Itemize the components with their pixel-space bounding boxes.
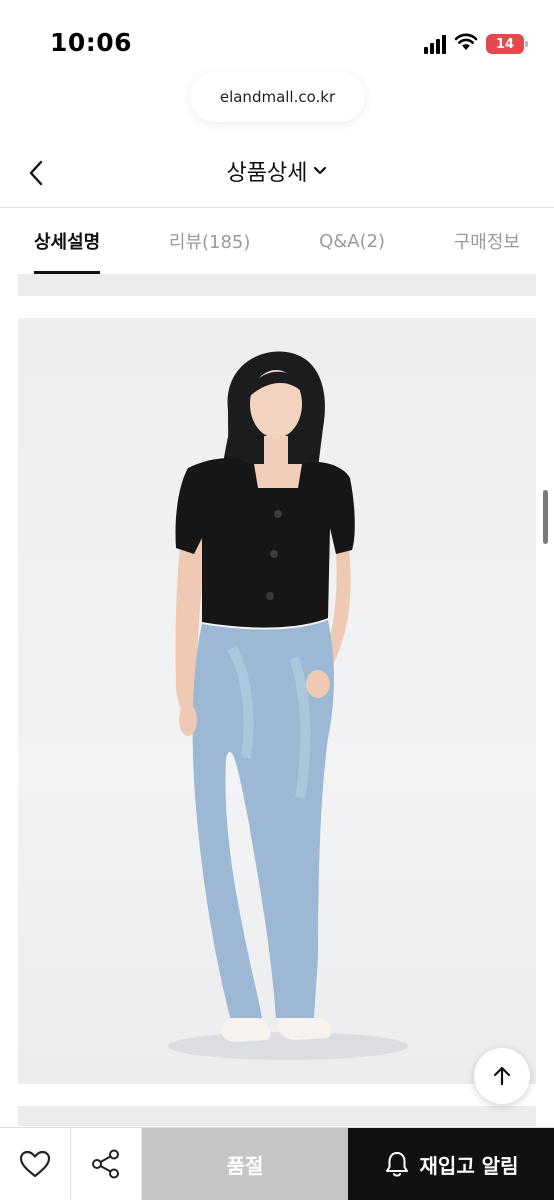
soldout-button[interactable]: 품절 [142, 1128, 348, 1200]
share-button[interactable] [71, 1128, 142, 1200]
product-image [18, 318, 536, 1084]
status-icons: 14 [424, 32, 528, 56]
restock-alert-label: 재입고 알림 [419, 1153, 519, 1178]
nav-header: 상품상세 [0, 135, 554, 207]
tab-purchase-info[interactable]: 구매정보 [454, 208, 520, 274]
page-title: 상품상세 [226, 161, 308, 186]
restock-alert-button[interactable]: 재입고 알림 [348, 1128, 554, 1200]
tab-reviews[interactable]: 리뷰(185) [169, 208, 251, 274]
wifi-icon [454, 33, 478, 55]
battery-icon: 14 [486, 34, 528, 54]
product-detail-content[interactable] [0, 274, 554, 1126]
next-image [18, 1106, 536, 1126]
url-bar[interactable]: elandmall.co.kr [190, 72, 365, 122]
previous-image [18, 274, 536, 296]
battery-level: 14 [495, 36, 515, 52]
share-icon [92, 1149, 119, 1179]
scroll-top-button[interactable] [474, 1048, 530, 1104]
arrow-up-icon [493, 1066, 511, 1086]
wishlist-button[interactable] [0, 1128, 71, 1200]
status-time: 10:06 [50, 28, 133, 57]
scrollbar[interactable] [543, 490, 548, 544]
tab-qna[interactable]: Q&A(2) [319, 208, 385, 274]
tab-bar: 상세설명 리뷰(185) Q&A(2) 구매정보 [0, 208, 554, 274]
page-title-dropdown[interactable]: 상품상세 [0, 155, 554, 187]
url-text: elandmall.co.kr [219, 88, 336, 106]
status-bar: 10:06 14 [0, 0, 554, 66]
bell-icon [385, 1152, 408, 1177]
bottom-action-bar: 품절 재입고 알림 [0, 1127, 554, 1200]
heart-icon [19, 1150, 51, 1178]
tab-detail[interactable]: 상세설명 [34, 208, 101, 274]
signal-icon [424, 34, 446, 54]
chevron-down-icon [314, 166, 327, 175]
